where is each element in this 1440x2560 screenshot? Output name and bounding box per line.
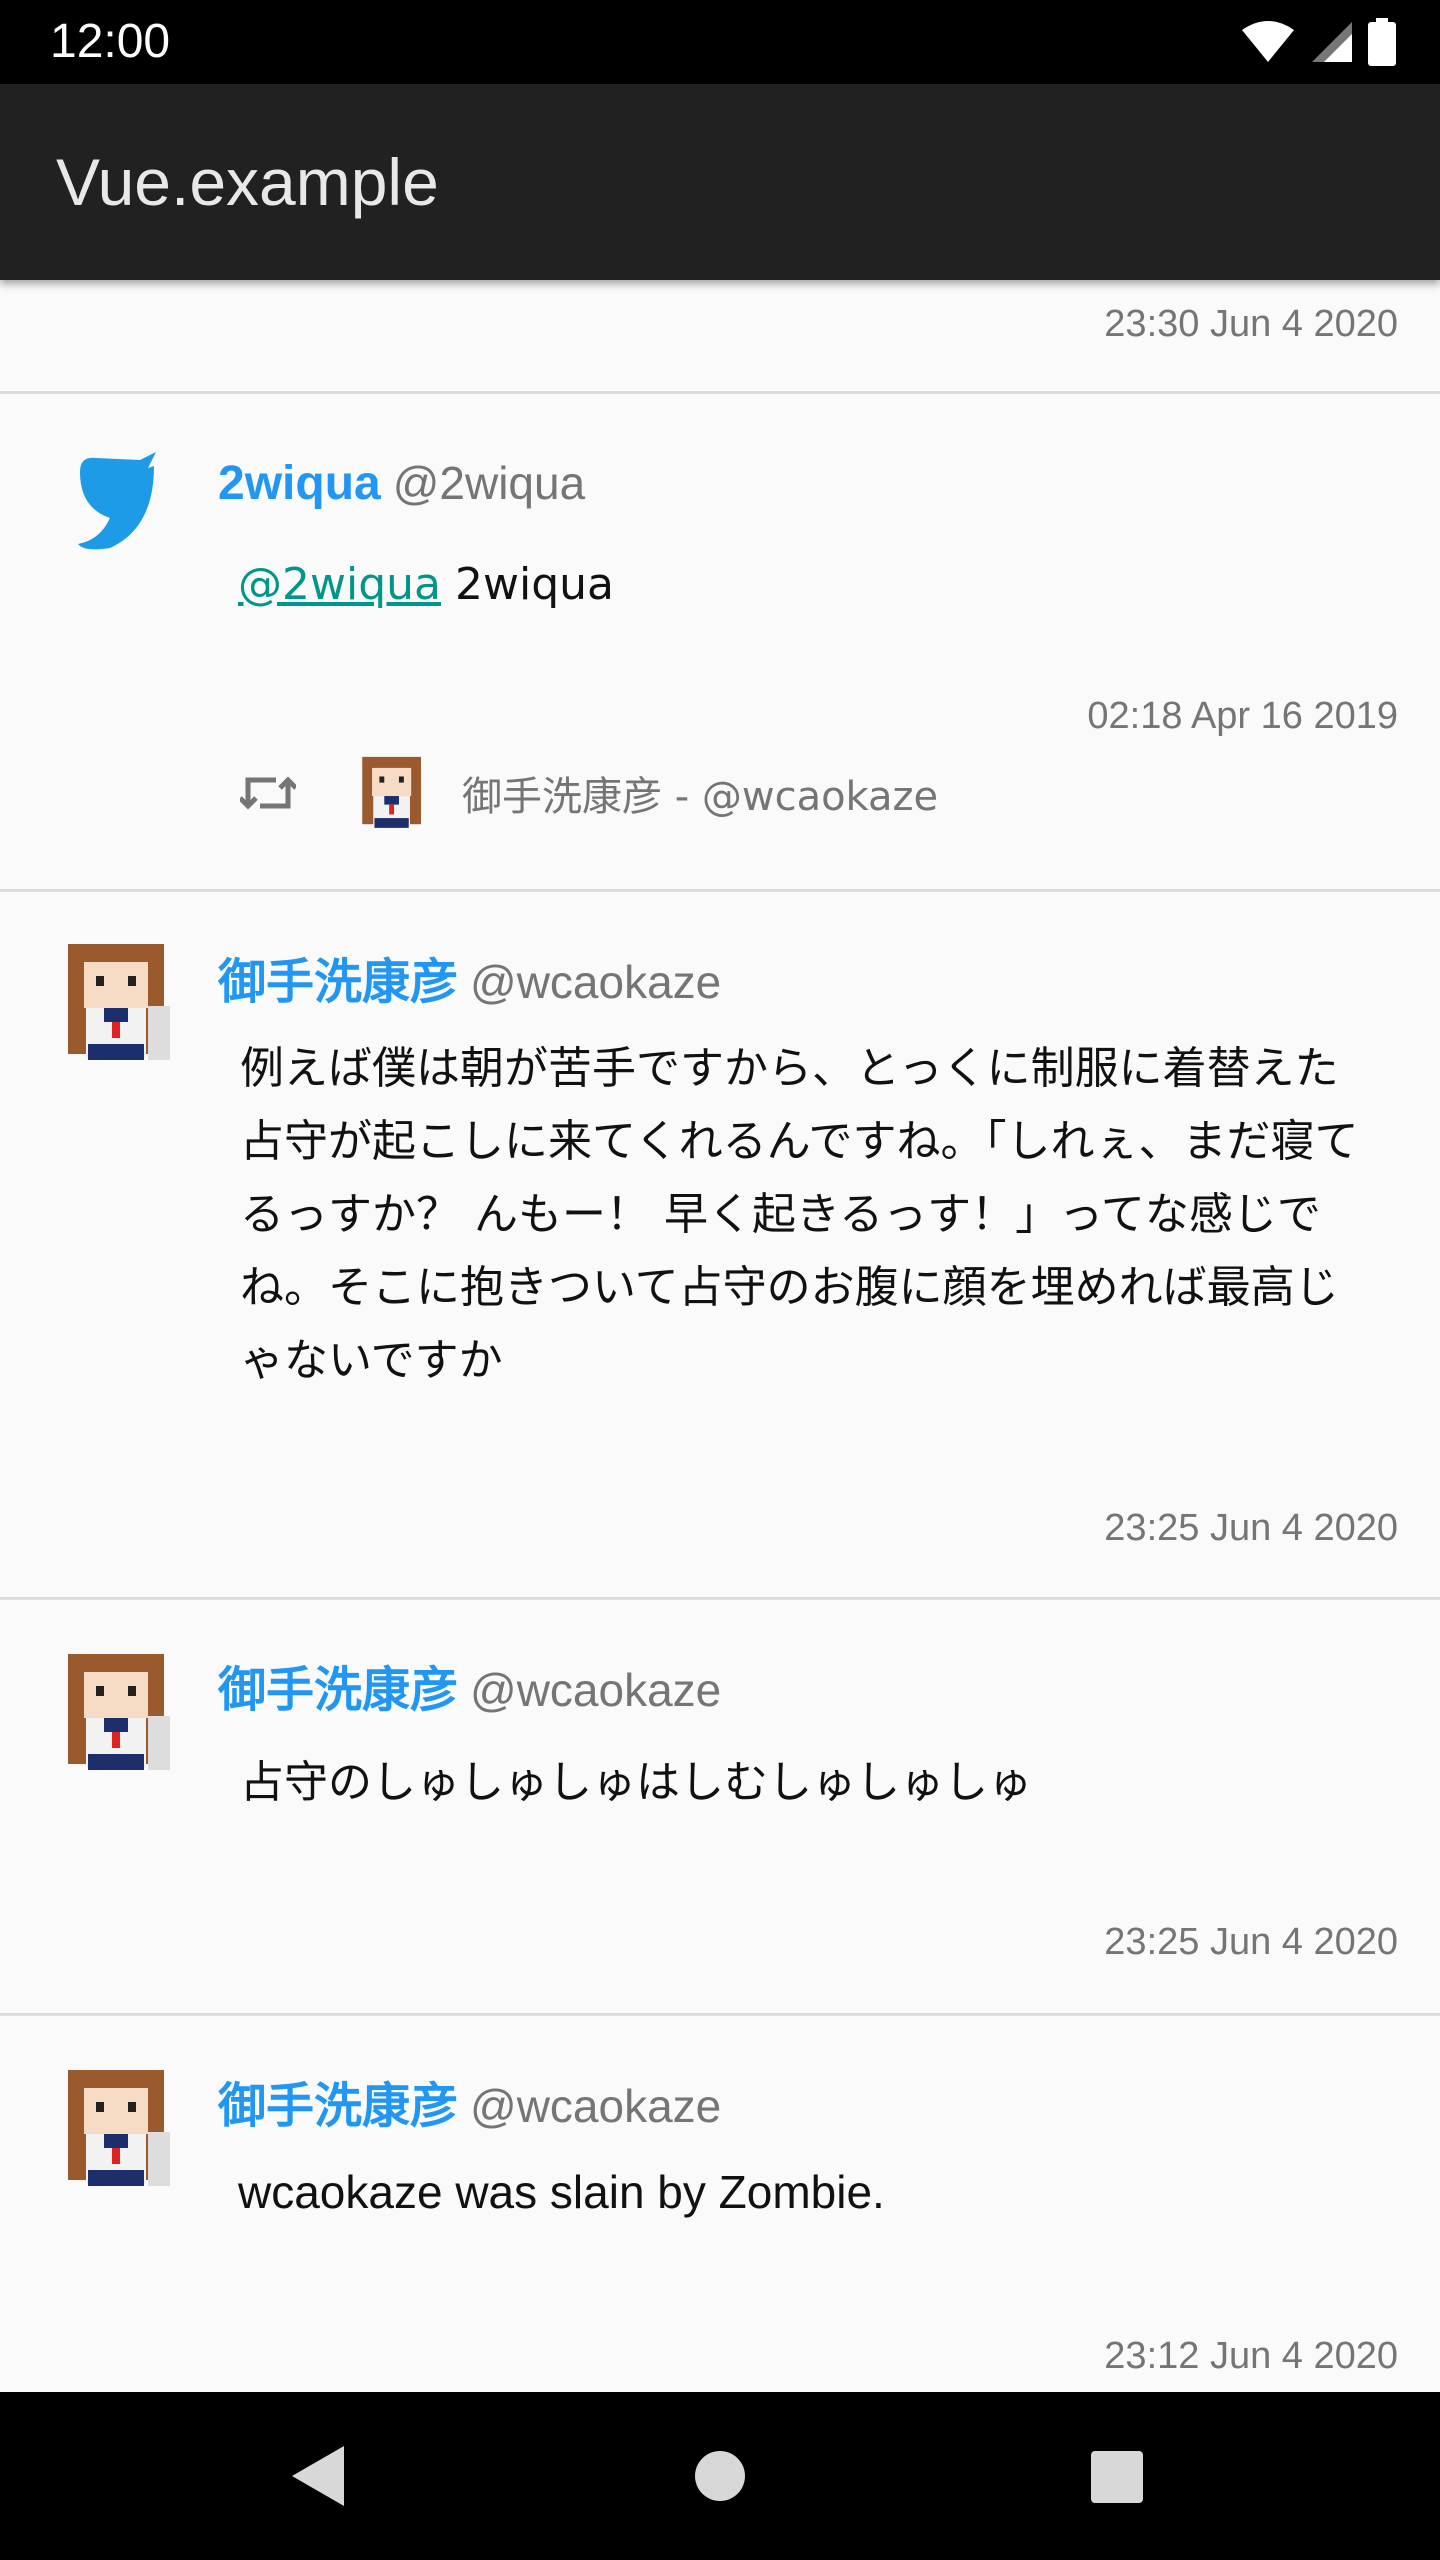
tweet-body: 占守のしゅしゅしゅはしむしゅしゅしゅ [240,1757,1032,1808]
home-icon[interactable] [694,2450,746,2502]
author-handle[interactable]: @wcaokaze [470,2080,721,2132]
retweeter-avatar[interactable] [350,752,432,834]
author-name[interactable]: 御手洗康彦 [218,2080,458,2133]
tweet-body: 例えば僕は朝が苦手ですから、とっくに制服に着替えた占守が起こしに来てくれるんです… [240,1043,1359,1386]
author-avatar[interactable] [48,936,182,1070]
tweet-header: 御手洗康彦 @wcaokaze [218,1650,721,1720]
twitter-bird-avatar[interactable] [70,448,160,558]
recents-icon[interactable] [1090,2450,1144,2504]
tweet-header: 2wiqua @2wiqua [218,456,585,511]
tweet-text: 2wiqua [454,559,614,610]
tweet-timestamp: 23:25 Jun 4 2020 [1104,1921,1398,1963]
status-time: 12:00 [50,15,171,68]
tweet-item[interactable]: 御手洗康彦 @wcaokaze wcaokaze was slain by Zom… [0,2016,1440,2392]
tweet-body: wcaokaze was slain by Zombie. [238,2166,885,2218]
retweeted-by-row[interactable]: 御手洗康彦 - @wcaokaze [240,752,938,834]
app-bar: Vue.example [0,84,1440,280]
back-icon[interactable] [290,2444,346,2508]
status-bar: 12:00 [0,0,1440,84]
author-handle[interactable]: @wcaokaze [470,1664,721,1716]
author-avatar[interactable] [48,2062,182,2196]
author-handle[interactable]: @wcaokaze [470,956,721,1008]
author-name[interactable]: 2wiqua [218,457,381,510]
timeline[interactable]: 23:30 Jun 4 2020 2wiqua @2wiqua @2wiqua 2… [0,280,1440,2392]
tweet-item[interactable]: 御手洗康彦 @wcaokaze 占守のしゅしゅしゅはしむしゅしゅしゅ 23:25 … [0,1600,1440,2016]
status-icons [1240,18,1396,66]
tweet-item[interactable]: 23:30 Jun 4 2020 [0,280,1440,394]
tweet-item[interactable]: 2wiqua @2wiqua @2wiqua 2wiqua 02:18 Apr 1… [0,394,1440,892]
retweeted-by-label: 御手洗康彦 - @wcaokaze [462,774,939,820]
author-name[interactable]: 御手洗康彦 [218,1664,458,1717]
tweet-timestamp: 02:18 Apr 16 2019 [1087,695,1398,737]
battery-icon [1368,18,1396,66]
tweet-header: 御手洗康彦 @wcaokaze [218,942,721,1012]
navigation-bar [0,2392,1440,2560]
app-title: Vue.example [56,145,439,219]
author-handle[interactable]: @2wiqua [393,457,585,509]
tweet-timestamp: 23:30 Jun 4 2020 [1104,303,1398,345]
cell-signal-icon [1312,22,1352,62]
author-avatar[interactable] [48,1646,182,1780]
tweet-timestamp: 23:25 Jun 4 2020 [1104,1507,1398,1549]
author-name[interactable]: 御手洗康彦 [218,956,458,1009]
mention-link[interactable]: @2wiqua [238,559,441,610]
tweet-body: @2wiqua 2wiqua [238,548,1388,621]
tweet-timestamp: 23:12 Jun 4 2020 [1104,2335,1398,2377]
tweet-header: 御手洗康彦 @wcaokaze [218,2066,721,2136]
retweet-icon [240,776,296,810]
wifi-icon [1242,21,1294,62]
tweet-item[interactable]: 御手洗康彦 @wcaokaze 例えば僕は朝が苦手ですから、とっくに制服に着替えた… [0,892,1440,1600]
